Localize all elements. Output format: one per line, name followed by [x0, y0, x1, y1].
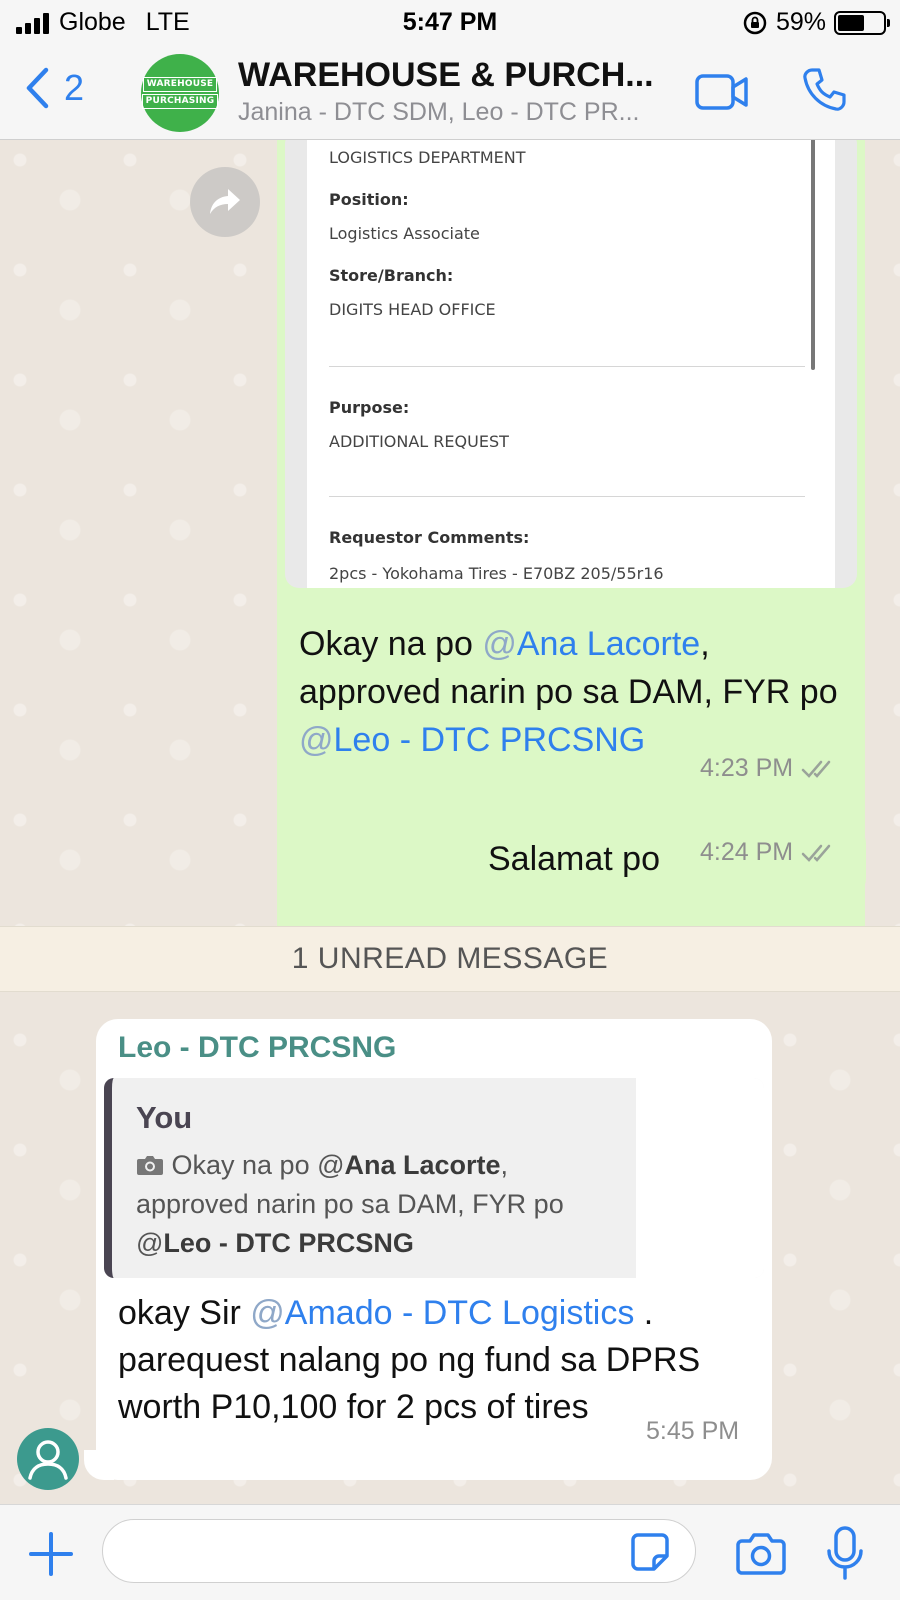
- unread-messages-banner: 1 UNREAD MESSAGE: [0, 926, 900, 992]
- avatar-logo-text-2: PURCHASING: [141, 94, 219, 109]
- mention-name: Ana Lacorte: [516, 625, 701, 663]
- message-input[interactable]: [102, 1519, 696, 1583]
- message-input-bar: [0, 1504, 900, 1600]
- quoted-message[interactable]: You Okay na po @Ana Lacorte, approved na…: [104, 1078, 764, 1278]
- mention-at-sign: @: [482, 625, 517, 663]
- quote-mention: Leo - DTC PRCSNG: [163, 1228, 414, 1258]
- doc-purpose-value: ADDITIONAL REQUEST: [329, 432, 509, 451]
- chat-participants[interactable]: Janina - DTC SDM, Leo - DTC PR...: [238, 98, 668, 127]
- phone-call-icon[interactable]: [800, 66, 848, 114]
- camera-icon: [137, 1156, 163, 1175]
- chat-title[interactable]: WAREHOUSE & PURCH...: [238, 56, 668, 95]
- avatar-logo-text-1: WAREHOUSE: [142, 77, 218, 92]
- mention-name: Leo - DTC PRCSNG: [333, 721, 646, 759]
- doc-department-value: LOGISTICS DEPARTMENT: [329, 148, 526, 167]
- rotation-lock-icon: [743, 11, 767, 34]
- mention-amado[interactable]: @Amado - DTC Logistics: [250, 1294, 634, 1332]
- sticker-icon[interactable]: [630, 1532, 670, 1572]
- image-caption: Okay na po @Ana Lacorte, approved narin …: [299, 620, 839, 764]
- microphone-icon[interactable]: [826, 1525, 864, 1581]
- read-ticks-icon: [801, 760, 831, 778]
- quote-text: Okay na po @Ana Lacorte, approved narin …: [136, 1146, 626, 1263]
- doc-position-label: Position:: [329, 190, 409, 209]
- chevron-left-icon: [26, 67, 49, 109]
- message-meta: 4:23 PM: [700, 754, 839, 783]
- doc-position-value: Logistics Associate: [329, 224, 480, 243]
- forward-button[interactable]: [190, 167, 260, 237]
- mention-at-sign: @: [250, 1294, 285, 1332]
- status-bar: Globe LTE 5:47 PM 59%: [0, 0, 900, 46]
- message-meta: 5:45 PM: [646, 1417, 739, 1446]
- battery-icon: [834, 10, 890, 35]
- doc-divider: [329, 496, 805, 497]
- doc-scrollbar: [811, 140, 815, 370]
- doc-comments-value: 2pcs - Yokohama Tires - E70BZ 205/55r16: [329, 564, 664, 583]
- read-ticks-icon: [801, 844, 831, 862]
- battery-info: 59%: [742, 8, 890, 37]
- quote-author: You: [136, 1100, 193, 1135]
- plus-icon[interactable]: [28, 1531, 74, 1577]
- doc-branch-value: DIGITS HEAD OFFICE: [329, 300, 496, 319]
- unread-count: 2: [64, 67, 85, 108]
- sender-avatar[interactable]: [17, 1428, 79, 1490]
- chat-area[interactable]: Department: LOGISTICS DEPARTMENT Positio…: [0, 140, 900, 1504]
- request-form-image[interactable]: Department: LOGISTICS DEPARTMENT Positio…: [285, 140, 857, 588]
- person-icon: [28, 1440, 68, 1480]
- document-page: Department: LOGISTICS DEPARTMENT Positio…: [307, 140, 835, 588]
- doc-purpose-label: Purpose:: [329, 398, 410, 417]
- doc-comments-label: Requestor Comments:: [329, 528, 530, 547]
- doc-divider: [329, 366, 805, 367]
- sender-name[interactable]: Leo - DTC PRCSNG: [118, 1031, 396, 1065]
- chat-header: 2 WAREHOUSE PURCHASING WAREHOUSE & PURCH…: [0, 46, 900, 140]
- video-call-icon[interactable]: [694, 70, 750, 114]
- quote-text-part: Okay na po @: [164, 1150, 345, 1180]
- back-button[interactable]: 2: [24, 66, 84, 110]
- group-avatar[interactable]: WAREHOUSE PURCHASING: [141, 54, 219, 132]
- mention-leo[interactable]: @Leo - DTC PRCSNG: [299, 721, 645, 759]
- quote-image-thumbnail: [636, 1078, 764, 1278]
- message-time: 5:45 PM: [646, 1417, 740, 1445]
- message-text-part: okay Sir: [118, 1294, 251, 1332]
- quote-mention: Ana Lacorte: [344, 1150, 501, 1180]
- camera-icon[interactable]: [736, 1531, 786, 1575]
- bubble-tail: [84, 1450, 114, 1480]
- doc-branch-label: Store/Branch:: [329, 266, 454, 285]
- message-text: okay Sir @Amado - DTC Logistics . parequ…: [118, 1290, 758, 1431]
- caption-text: Okay na po: [299, 625, 483, 663]
- mention-name: Amado - DTC Logistics: [284, 1294, 635, 1332]
- message-meta: 4:24 PM: [700, 838, 839, 867]
- message-time: 4:23 PM: [700, 754, 794, 782]
- battery-percent: 59%: [775, 8, 826, 36]
- message-text: Salamat po: [488, 840, 660, 878]
- message-time: 4:24 PM: [700, 838, 794, 866]
- forward-arrow-icon: [210, 189, 240, 214]
- mention-at-sign: @: [299, 721, 334, 759]
- mention-ana[interactable]: @Ana Lacorte: [482, 625, 700, 663]
